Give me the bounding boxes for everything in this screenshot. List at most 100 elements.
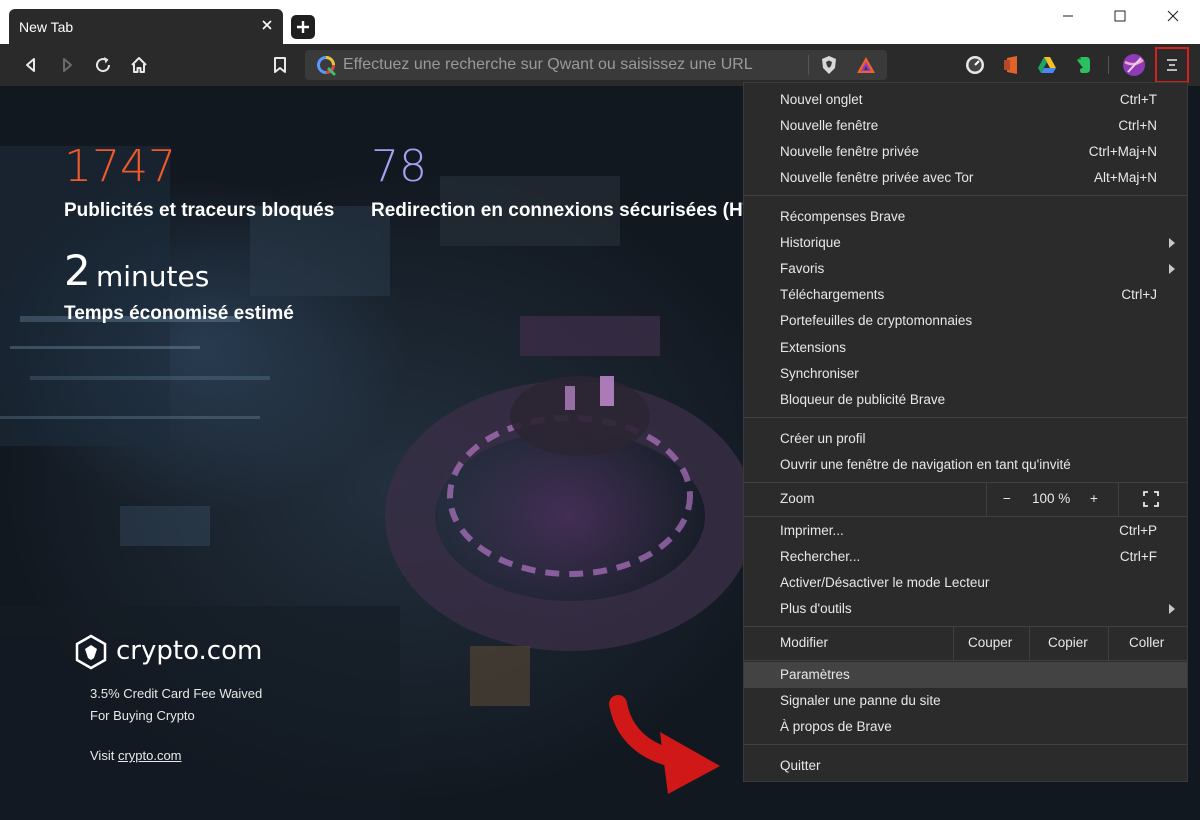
menu-item-bookmarks[interactable]: Favoris (744, 256, 1187, 282)
zoom-out-button[interactable]: − (1003, 491, 1011, 506)
menu-item-downloads[interactable]: Téléchargements Ctrl+J (744, 282, 1187, 308)
menu-item-label: Imprimer... (780, 523, 844, 538)
menu-item-new-private-window[interactable]: Nouvelle fenêtre privée Ctrl+Maj+N (744, 139, 1187, 165)
menu-item-brave-rewards[interactable]: Récompenses Brave (744, 204, 1187, 230)
menu-item-label: Bloqueur de publicité Brave (780, 392, 946, 407)
menu-separator (744, 417, 1187, 418)
back-icon[interactable] (19, 53, 43, 77)
sponsor-line-2: For Buying Crypto (90, 708, 195, 723)
fullscreen-icon[interactable] (1142, 490, 1160, 511)
ads-blocked-label: Publicités et traceurs bloqués (64, 200, 335, 221)
copy-button[interactable]: Copier (1048, 635, 1088, 650)
menu-item-sync[interactable]: Synchroniser (744, 361, 1187, 387)
separator (808, 55, 809, 75)
menu-item-label: Récompenses Brave (780, 209, 906, 224)
home-icon[interactable] (127, 53, 151, 77)
paste-button[interactable]: Coller (1129, 635, 1164, 650)
menu-item-label: Portefeuilles de cryptomonnaies (780, 313, 973, 328)
menu-item-extensions[interactable]: Extensions (744, 335, 1187, 361)
new-tab-button[interactable] (291, 15, 315, 39)
evernote-icon[interactable] (1071, 53, 1095, 77)
menu-item-label: Favoris (780, 261, 825, 276)
menu-item-new-tab[interactable]: Nouvel onglet Ctrl+T (744, 87, 1187, 113)
menu-item-find[interactable]: Rechercher... Ctrl+F (744, 544, 1187, 570)
menu-item-label: Téléchargements (780, 287, 885, 302)
window-close-icon[interactable] (1153, 4, 1193, 28)
separator (1108, 626, 1109, 660)
visit-prefix: Visit (90, 748, 118, 763)
google-drive-icon[interactable] (1035, 53, 1059, 77)
menu-item-label: Paramètres (780, 667, 850, 682)
brave-shields-icon[interactable] (818, 54, 840, 81)
zoom-label: Zoom (780, 491, 815, 506)
close-icon[interactable] (259, 17, 275, 33)
menu-item-history[interactable]: Historique (744, 230, 1187, 256)
minimize-icon[interactable] (1048, 4, 1088, 28)
speedometer-icon[interactable] (963, 53, 987, 77)
edit-row: Modifier Couper Copier Coller (744, 626, 1187, 660)
separator (1118, 482, 1119, 516)
toolbar: Effectuez une recherche sur Qwant ou sai… (0, 44, 1200, 86)
menu-item-label: Plus d'outils (780, 601, 852, 616)
crypto-com-logo-icon (74, 634, 108, 675)
menu-separator (744, 744, 1187, 745)
menu-item-print[interactable]: Imprimer... Ctrl+P (744, 518, 1187, 544)
menu-separator (744, 195, 1187, 196)
brave-rewards-icon[interactable] (855, 54, 877, 81)
avatar[interactable] (1122, 53, 1146, 77)
menu-item-shortcut: Ctrl+Maj+N (1088, 144, 1157, 159)
search-input[interactable]: Effectuez une recherche sur Qwant ou sai… (343, 56, 753, 74)
menu-item-new-private-window-tor[interactable]: Nouvelle fenêtre privée avec Tor Alt+Maj+… (744, 165, 1187, 191)
separator (1108, 56, 1109, 74)
menu-item-shortcut: Ctrl+P (1119, 523, 1157, 538)
menu-item-shortcut: Ctrl+F (1119, 549, 1157, 564)
menu-item-label: Rechercher... (780, 549, 861, 564)
menu-separator (744, 626, 1187, 627)
menu-item-label: Signaler une panne du site (780, 693, 941, 708)
menu-item-ad-blocker[interactable]: Bloqueur de publicité Brave (744, 387, 1187, 413)
zoom-in-button[interactable]: + (1090, 491, 1098, 506)
https-upgrades-count: 78 (371, 141, 427, 192)
menu-item-label: Nouvelle fenêtre privée avec Tor (780, 170, 974, 185)
office-icon[interactable] (999, 53, 1023, 77)
menu-item-quit[interactable]: Quitter (744, 753, 1187, 779)
menu-item-label: Synchroniser (780, 366, 859, 381)
menu-item-guest-window[interactable]: Ouvrir une fenêtre de navigation en tant… (744, 452, 1187, 478)
menu-item-create-profile[interactable]: Créer un profil (744, 426, 1187, 452)
tab-new-tab[interactable]: New Tab (9, 9, 283, 44)
sponsor-line-1: 3.5% Credit Card Fee Waived (90, 686, 263, 701)
time-saved-label: Temps économisé estimé (64, 303, 294, 324)
menu-item-about-brave[interactable]: À propos de Brave (744, 714, 1187, 740)
reload-icon[interactable] (91, 53, 115, 77)
sponsor-link[interactable]: crypto.com (118, 748, 182, 763)
menu-item-new-window[interactable]: Nouvelle fenêtre Ctrl+N (744, 113, 1187, 139)
menu-item-label: Créer un profil (780, 431, 866, 446)
menu-item-settings[interactable]: Paramètres (744, 662, 1187, 688)
menu-item-reader-mode[interactable]: Activer/Désactiver le mode Lecteur (744, 570, 1187, 596)
ads-blocked-count: 1747 (64, 141, 176, 192)
maximize-icon[interactable] (1100, 4, 1140, 28)
forward-icon[interactable] (55, 53, 79, 77)
menu-item-shortcut: Ctrl+T (1119, 92, 1157, 107)
bookmark-icon[interactable] (268, 53, 292, 77)
separator (1029, 626, 1030, 660)
time-saved-unit: minutes (96, 260, 210, 293)
menu-item-more-tools[interactable]: Plus d'outils (744, 596, 1187, 622)
menu-item-label: Extensions (780, 340, 847, 355)
menu-item-label: Quitter (780, 758, 821, 773)
menu-item-label: Nouvelle fenêtre (780, 118, 879, 133)
submenu-arrow-icon (1169, 238, 1175, 248)
menu-separator (744, 516, 1187, 517)
https-upgrades-label: Redirection en connexions sécurisées (HT (371, 200, 755, 221)
sponsor-name: crypto.com (116, 636, 263, 666)
cut-button[interactable]: Couper (968, 635, 1012, 650)
tab-title: New Tab (19, 19, 74, 35)
menu-separator (744, 660, 1187, 661)
menu-item-shortcut: Ctrl+N (1118, 118, 1157, 133)
address-bar[interactable]: Effectuez une recherche sur Qwant ou sai… (305, 50, 887, 80)
menu-item-report-broken-site[interactable]: Signaler une panne du site (744, 688, 1187, 714)
main-menu-button[interactable] (1155, 47, 1189, 83)
menu-item-crypto-wallets[interactable]: Portefeuilles de cryptomonnaies (744, 308, 1187, 334)
menu-item-label: À propos de Brave (780, 719, 892, 734)
sponsor-visit[interactable]: Visit crypto.com (90, 748, 182, 763)
